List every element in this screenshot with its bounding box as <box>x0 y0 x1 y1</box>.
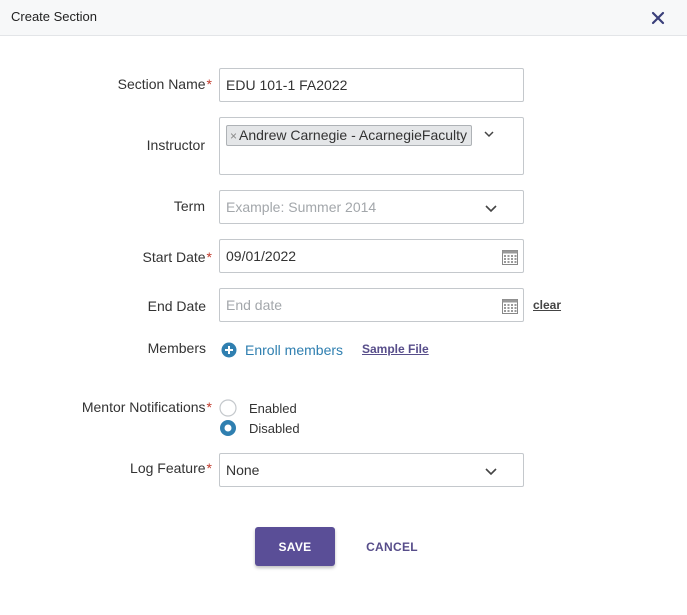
calendar-icon[interactable] <box>502 248 518 265</box>
end-date-placeholder: End date <box>226 297 283 313</box>
start-date-input[interactable]: 09/01/2022 <box>219 239 524 273</box>
term-placeholder: Example: Summer 2014 <box>226 199 377 215</box>
mentor-notifications-label: Mentor Notifications* <box>81 399 212 415</box>
instructor-label: Instructor <box>146 137 205 153</box>
plus-circle-icon <box>221 342 237 358</box>
clear-end-date-link[interactable]: clear <box>533 298 561 312</box>
dialog-title: Create Section <box>11 9 97 24</box>
chevron-down-icon <box>485 468 497 476</box>
chevron-down-icon[interactable] <box>484 130 494 138</box>
log-feature-select[interactable]: None <box>219 453 524 487</box>
required-marker: * <box>206 76 212 92</box>
required-marker: * <box>206 399 212 415</box>
log-feature-label: Log Feature* <box>130 460 212 476</box>
sample-file-link[interactable]: Sample File <box>362 342 429 356</box>
end-date-label: End Date <box>147 298 206 314</box>
section-name-input[interactable]: EDU 101-1 FA2022 <box>219 68 524 102</box>
dialog-header: Create Section <box>0 0 687 36</box>
radio-enabled-label[interactable]: Enabled <box>249 401 297 416</box>
chevron-down-icon <box>485 205 497 213</box>
term-select[interactable]: Example: Summer 2014 <box>219 190 524 224</box>
instructor-multiselect[interactable]: × Andrew Carnegie - AcarnegieFaculty <box>219 117 524 175</box>
required-marker: * <box>206 249 212 265</box>
enroll-members-label: Enroll members <box>245 342 344 358</box>
section-name-label: Section Name* <box>117 76 212 92</box>
instructor-tag-label: Andrew Carnegie - AcarnegieFaculty <box>239 127 468 143</box>
close-icon[interactable] <box>651 11 665 25</box>
term-label: Term <box>173 198 205 214</box>
radio-disabled-label[interactable]: Disabled <box>249 421 300 436</box>
members-label: Members <box>147 340 206 356</box>
required-marker: * <box>206 460 212 476</box>
end-date-input[interactable]: End date <box>219 288 524 322</box>
start-date-label: Start Date* <box>142 249 212 265</box>
start-date-value: 09/01/2022 <box>226 248 297 264</box>
radio-disabled[interactable] <box>219 419 237 437</box>
calendar-icon[interactable] <box>502 297 518 314</box>
instructor-tag: × Andrew Carnegie - AcarnegieFaculty <box>226 125 473 146</box>
section-name-value: EDU 101-1 FA2022 <box>226 77 348 93</box>
log-feature-value: None <box>226 462 260 478</box>
save-button[interactable]: SAVE <box>255 527 335 566</box>
radio-enabled[interactable] <box>219 399 237 417</box>
cancel-button[interactable]: CANCEL <box>360 535 424 559</box>
tag-remove-icon[interactable]: × <box>230 129 237 143</box>
